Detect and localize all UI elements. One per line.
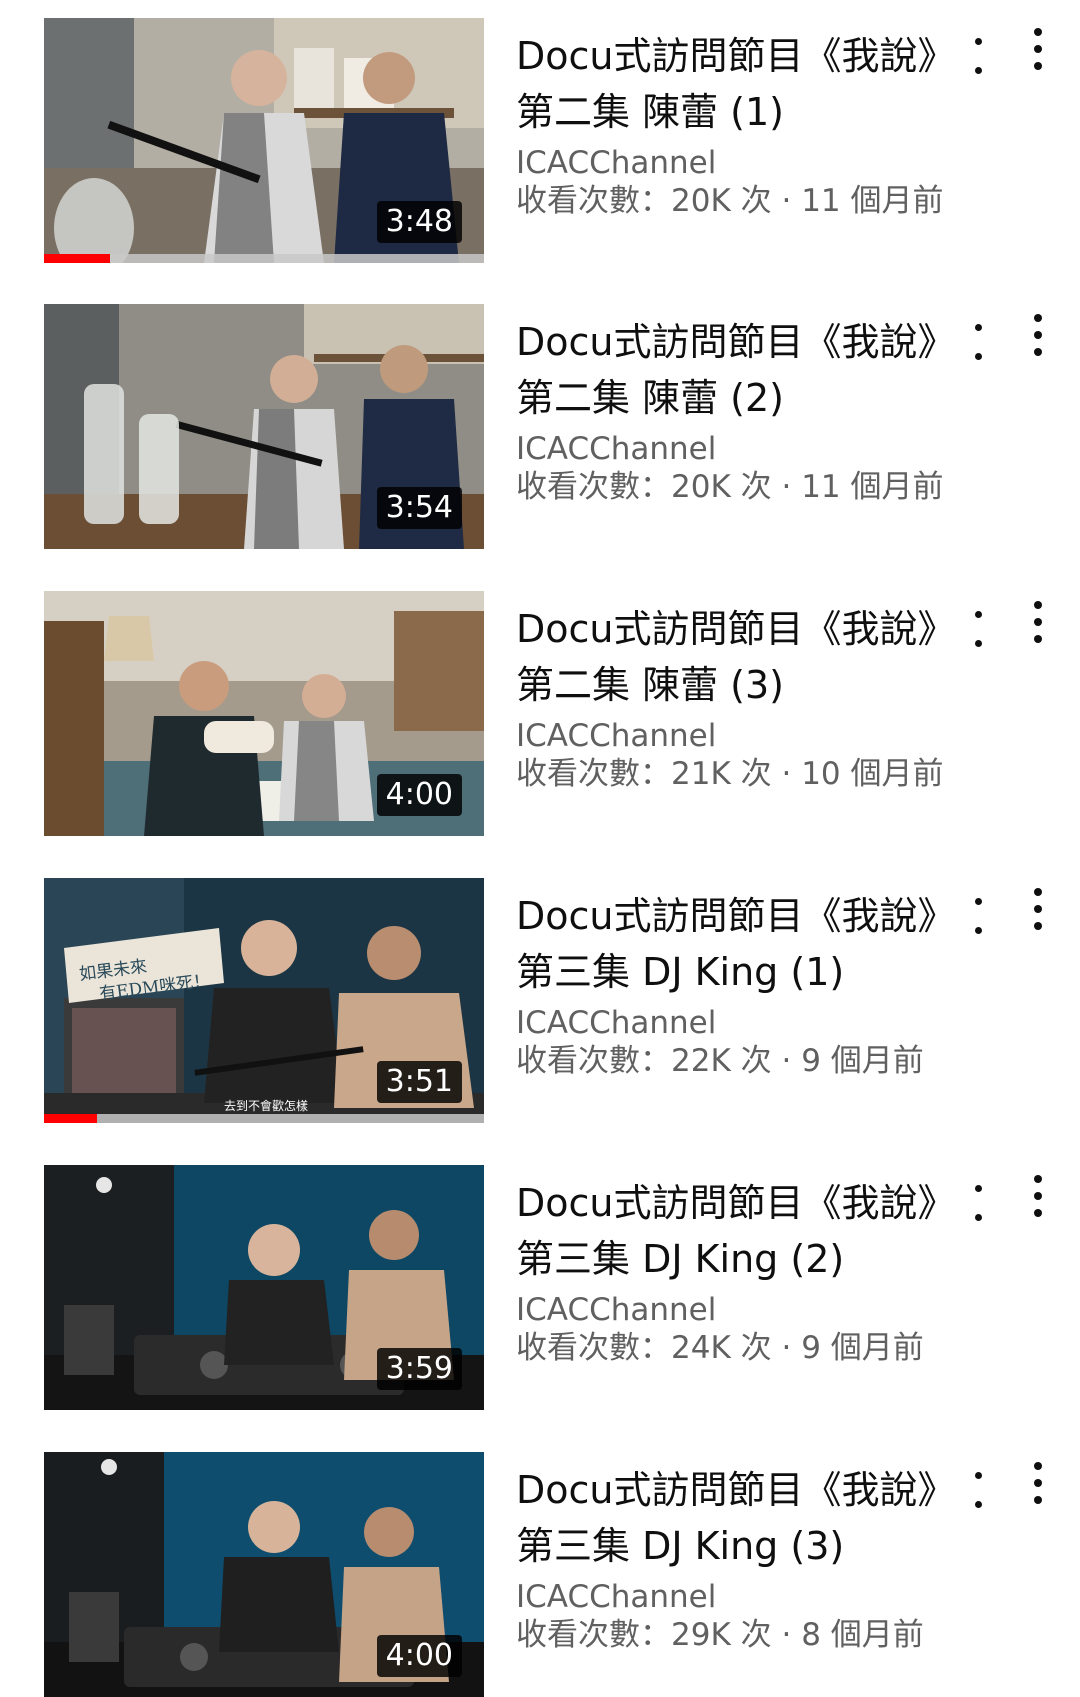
channel-name[interactable]: ICACChannel: [516, 1004, 956, 1042]
watch-progress-track: [44, 254, 484, 263]
video-title-line1[interactable]: Docu式訪問節目《我說》: [516, 1462, 956, 1518]
title-colon-icon: [968, 1472, 988, 1520]
channel-name[interactable]: ICACChannel: [516, 1578, 956, 1616]
video-item[interactable]: 3:48 Docu式訪問節目《我說》 第二集 陳蕾 (1) ICACChanne…: [0, 0, 1080, 263]
video-title-line1[interactable]: Docu式訪問節目《我說》: [516, 888, 956, 944]
video-item[interactable]: 3:54 Docu式訪問節目《我說》 第二集 陳蕾 (2) ICACChanne…: [0, 286, 1080, 549]
video-meta[interactable]: Docu式訪問節目《我說》 第三集 DJ King (2) ICACChanne…: [516, 1175, 956, 1367]
video-title-line2[interactable]: 第三集 DJ King (2): [516, 1231, 956, 1287]
video-stats: 收看次數：20K 次 · 11 個月前: [516, 183, 944, 219]
video-thumbnail[interactable]: 如果未來 有EDM咪死！ 去到不會歡怎樣 3:51: [44, 878, 484, 1123]
title-colon-icon: [968, 1185, 988, 1233]
video-meta[interactable]: Docu式訪問節目《我說》 第二集 陳蕾 (2) ICACChannel 收看次…: [516, 314, 956, 506]
svg-text:去到不會歡怎樣: 去到不會歡怎樣: [224, 1098, 308, 1113]
video-stats: 收看次數：22K 次 · 9 個月前: [516, 1043, 924, 1079]
video-meta[interactable]: Docu式訪問節目《我說》 第二集 陳蕾 (1) ICACChannel 收看次…: [516, 28, 956, 220]
title-colon-icon: [968, 324, 988, 372]
video-title-line1[interactable]: Docu式訪問節目《我說》: [516, 1175, 956, 1231]
channel-name[interactable]: ICACChannel: [516, 717, 956, 755]
video-item[interactable]: 4:00 Docu式訪問節目《我說》 第三集 DJ King (3) ICACC…: [0, 1434, 1080, 1697]
video-title-line1[interactable]: Docu式訪問節目《我說》: [516, 28, 956, 84]
video-stats: 收看次數：29K 次 · 8 個月前: [516, 1617, 924, 1653]
video-meta[interactable]: Docu式訪問節目《我說》 第三集 DJ King (1) ICACChanne…: [516, 888, 956, 1080]
more-vert-icon[interactable]: [1028, 314, 1048, 362]
title-colon-icon: [968, 898, 988, 946]
video-title-line2[interactable]: 第二集 陳蕾 (3): [516, 657, 956, 713]
video-stats: 收看次數：20K 次 · 11 個月前: [516, 469, 944, 505]
video-title-line2[interactable]: 第三集 DJ King (1): [516, 944, 956, 1000]
video-item[interactable]: 4:00 Docu式訪問節目《我說》 第二集 陳蕾 (3) ICACChanne…: [0, 573, 1080, 836]
title-colon-icon: [968, 38, 988, 86]
video-stats: 收看次數：21K 次 · 10 個月前: [516, 756, 944, 792]
title-colon-icon: [968, 611, 988, 659]
more-vert-icon[interactable]: [1028, 1175, 1048, 1223]
video-thumbnail[interactable]: 4:00: [44, 591, 484, 836]
video-duration: 4:00: [376, 1635, 462, 1677]
video-meta[interactable]: Docu式訪問節目《我說》 第三集 DJ King (3) ICACChanne…: [516, 1462, 956, 1654]
video-meta[interactable]: Docu式訪問節目《我說》 第二集 陳蕾 (3) ICACChannel 收看次…: [516, 601, 956, 793]
video-thumbnail[interactable]: 4:00: [44, 1452, 484, 1697]
video-stats: 收看次數：24K 次 · 9 個月前: [516, 1330, 924, 1366]
video-title-line1[interactable]: Docu式訪問節目《我說》: [516, 601, 956, 657]
video-duration: 3:59: [376, 1348, 462, 1390]
video-title-line2[interactable]: 第二集 陳蕾 (2): [516, 370, 956, 426]
video-duration: 3:54: [376, 487, 462, 529]
video-thumbnail[interactable]: 3:48: [44, 18, 484, 263]
channel-name[interactable]: ICACChannel: [516, 144, 956, 182]
video-duration: 4:00: [376, 774, 462, 816]
channel-name[interactable]: ICACChannel: [516, 430, 956, 468]
more-vert-icon[interactable]: [1028, 888, 1048, 936]
video-thumbnail[interactable]: 3:59: [44, 1165, 484, 1410]
video-duration: 3:51: [376, 1061, 462, 1103]
channel-name[interactable]: ICACChannel: [516, 1291, 956, 1329]
more-vert-icon[interactable]: [1028, 1462, 1048, 1510]
watch-progress-bar: [44, 254, 110, 263]
video-title-line2[interactable]: 第二集 陳蕾 (1): [516, 84, 956, 140]
video-list: 3:48 Docu式訪問節目《我說》 第二集 陳蕾 (1) ICACChanne…: [0, 0, 1080, 1697]
watch-progress-track: [44, 1114, 484, 1123]
video-title-line1[interactable]: Docu式訪問節目《我說》: [516, 314, 956, 370]
more-vert-icon[interactable]: [1028, 28, 1048, 76]
watch-progress-bar: [44, 1114, 97, 1123]
video-thumbnail[interactable]: 3:54: [44, 304, 484, 549]
video-item[interactable]: 3:59 Docu式訪問節目《我說》 第三集 DJ King (2) ICACC…: [0, 1147, 1080, 1410]
video-duration: 3:48: [376, 201, 462, 243]
video-item[interactable]: 如果未來 有EDM咪死！ 去到不會歡怎樣 3:51 Docu式訪問節目《我說》 …: [0, 860, 1080, 1123]
more-vert-icon[interactable]: [1028, 601, 1048, 649]
video-title-line2[interactable]: 第三集 DJ King (3): [516, 1518, 956, 1574]
